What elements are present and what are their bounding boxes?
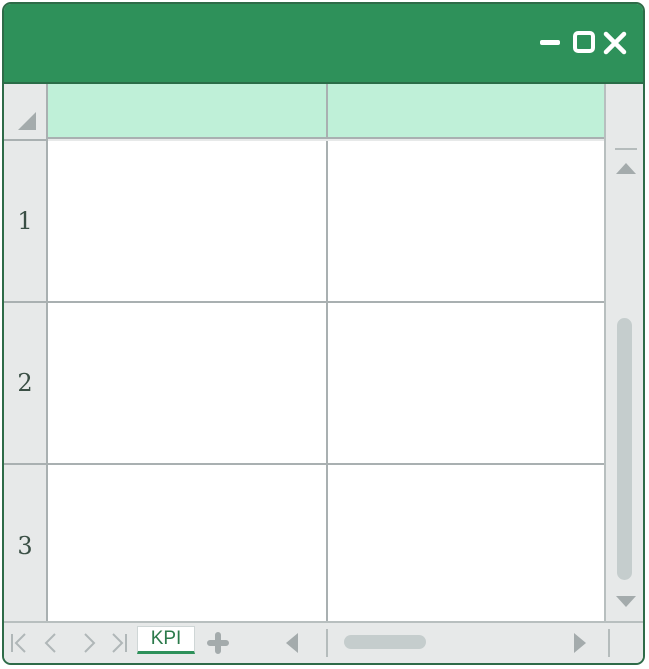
- column-header-b[interactable]: [328, 84, 610, 139]
- sheet-tab-kpi[interactable]: KPI: [137, 626, 195, 654]
- sheet-grid: 1 2 3: [4, 84, 643, 629]
- next-sheet-icon: [84, 633, 96, 653]
- scrollbar-divider: [615, 148, 637, 150]
- next-sheet-button[interactable]: [78, 631, 100, 655]
- title-bar: [4, 4, 643, 84]
- last-sheet-icon: [112, 633, 127, 653]
- scrollbar-divider-left: [326, 629, 328, 657]
- vertical-scrollbar[interactable]: [604, 84, 643, 623]
- row-header-3[interactable]: 3: [4, 465, 48, 629]
- triangle-right-icon: [574, 633, 586, 653]
- plus-icon: [207, 632, 229, 654]
- prev-sheet-button[interactable]: [40, 631, 62, 655]
- triangle-down-icon: [616, 596, 636, 607]
- last-sheet-button[interactable]: [108, 631, 130, 655]
- scrollbar-divider-right: [608, 629, 610, 657]
- minimize-icon: [540, 40, 560, 45]
- column-header-a[interactable]: [48, 84, 328, 139]
- add-sheet-button[interactable]: [207, 632, 229, 654]
- spreadsheet-window: 1 2 3 KPI: [2, 2, 645, 665]
- cell-a3[interactable]: [48, 465, 328, 629]
- row-header-1[interactable]: 1: [4, 141, 48, 303]
- horizontal-scroll-thumb[interactable]: [344, 635, 426, 649]
- select-all-triangle-icon: [18, 112, 36, 130]
- cell-b2[interactable]: [328, 303, 610, 465]
- close-icon: [603, 31, 627, 55]
- scroll-right-button[interactable]: [570, 631, 590, 659]
- scroll-down-button[interactable]: [614, 592, 638, 616]
- cell-a2[interactable]: [48, 303, 328, 465]
- first-sheet-icon: [11, 633, 26, 653]
- sheet-tab-bar: KPI: [4, 621, 643, 663]
- close-button[interactable]: [602, 30, 628, 56]
- scroll-up-button[interactable]: [614, 158, 638, 182]
- maximize-icon: [573, 31, 595, 53]
- first-sheet-button[interactable]: [8, 631, 30, 655]
- cell-b3[interactable]: [328, 465, 610, 629]
- maximize-button[interactable]: [572, 30, 598, 56]
- triangle-left-icon: [286, 633, 298, 653]
- triangle-up-icon: [616, 163, 636, 174]
- scroll-left-button[interactable]: [282, 631, 302, 659]
- cell-a1[interactable]: [48, 141, 328, 303]
- prev-sheet-icon: [44, 633, 56, 653]
- row-header-2[interactable]: 2: [4, 303, 48, 465]
- minimize-button[interactable]: [538, 30, 564, 56]
- vertical-scroll-thumb[interactable]: [617, 318, 632, 580]
- select-all-corner[interactable]: [4, 84, 48, 141]
- cell-b1[interactable]: [328, 141, 610, 303]
